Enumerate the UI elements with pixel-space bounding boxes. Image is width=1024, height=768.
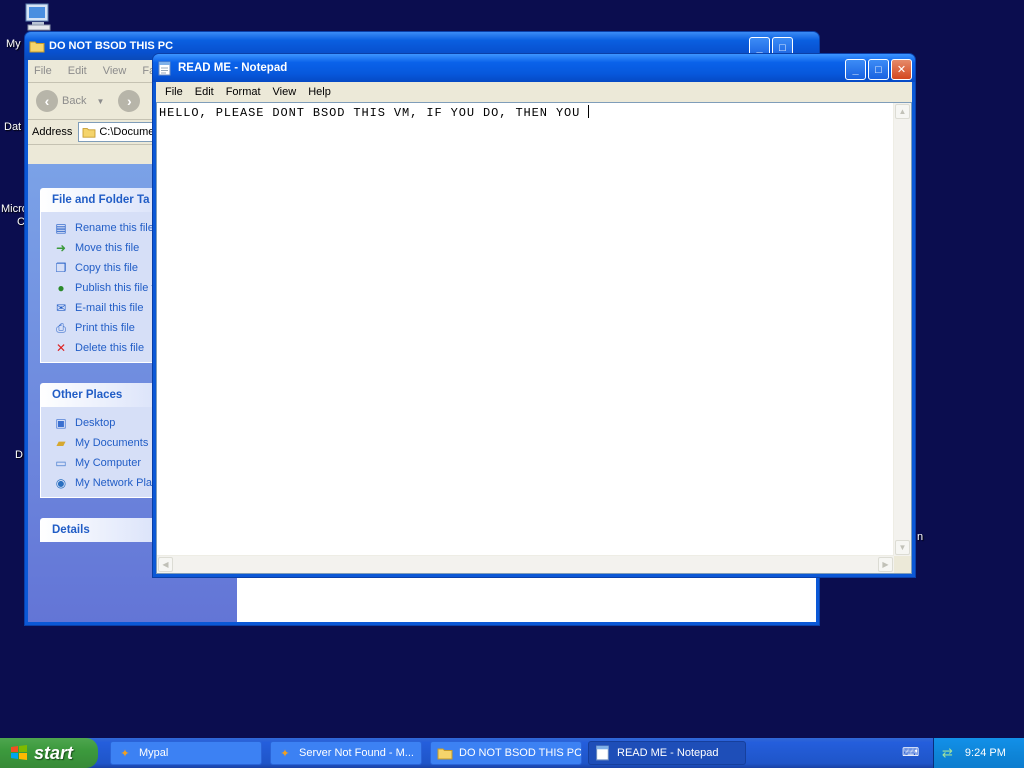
maximize-icon: □ xyxy=(779,41,786,54)
folder-icon xyxy=(82,128,96,138)
desktop-icon: ▣ xyxy=(55,416,67,430)
explorer-title: DO NOT BSOD THIS PC xyxy=(49,40,174,52)
notepad-menu-edit[interactable]: Edit xyxy=(189,86,220,98)
task-label: Rename this file xyxy=(75,222,154,234)
back-button-label[interactable]: Back xyxy=(62,95,86,107)
my-computer-desktop-icon[interactable] xyxy=(22,2,54,32)
minimize-icon: _ xyxy=(852,63,859,76)
notepad-menu-format[interactable]: Format xyxy=(220,86,267,98)
folder-icon: ▰ xyxy=(56,436,66,450)
address-label: Address xyxy=(32,126,73,138)
desktop-icon-label[interactable]: n xyxy=(917,531,923,543)
explorer-menu-edit[interactable]: Edit xyxy=(68,65,87,77)
system-tray: ⇄ 9:24 PM xyxy=(933,738,1024,768)
taskbar-button-notepad[interactable]: READ ME - Notepad xyxy=(588,741,746,765)
taskbar-button-label: Mypal xyxy=(139,747,169,759)
close-icon: ✕ xyxy=(896,64,907,76)
start-label: start xyxy=(34,742,74,763)
folder-icon xyxy=(29,41,45,53)
desktop-icon-label[interactable]: My xyxy=(6,38,21,50)
horizontal-scrollbar[interactable]: ◀ ▶ xyxy=(157,555,894,573)
taskbar-button-mypal[interactable]: ✦ Mypal xyxy=(110,741,262,765)
scroll-right-icon[interactable]: ▶ xyxy=(878,557,893,572)
place-label: Desktop xyxy=(75,417,116,429)
delete-x-icon: ✕ xyxy=(55,341,67,355)
start-button[interactable]: start xyxy=(0,738,98,768)
notepad-titlebar[interactable]: READ ME - Notepad xyxy=(153,54,915,82)
task-label: Copy this file xyxy=(75,262,138,274)
move-icon: ➜ xyxy=(55,241,67,255)
network-icon: ◉ xyxy=(55,476,67,490)
envelope-icon: ✉ xyxy=(55,301,67,315)
printer-icon: ⎙ xyxy=(56,320,66,335)
taskbar-button-explorer[interactable]: DO NOT BSOD THIS PC xyxy=(430,741,582,765)
windows-flag-icon xyxy=(11,745,27,760)
browser-icon: ✦ xyxy=(280,747,290,760)
task-label: Publish this file t xyxy=(75,282,155,294)
notepad-menu-file[interactable]: File xyxy=(159,86,189,98)
place-label: My Computer xyxy=(75,457,142,469)
task-label: Move this file xyxy=(75,242,140,254)
globe-icon: ● xyxy=(57,281,65,295)
maximize-icon: □ xyxy=(875,63,882,76)
place-label: My Documents xyxy=(75,437,149,449)
place-label: My Network Plac xyxy=(75,477,158,489)
size-grip[interactable] xyxy=(894,556,911,573)
keyboard-icon[interactable]: ⌨ xyxy=(902,745,919,761)
notepad-title: READ ME - Notepad xyxy=(178,62,288,74)
notepad-menu-view[interactable]: View xyxy=(267,86,303,98)
scroll-down-icon[interactable]: ▼ xyxy=(895,540,910,555)
notepad-client: File Edit Format View Help HELLO, PLEASE… xyxy=(156,82,912,574)
network-tray-icon[interactable]: ⇄ xyxy=(942,745,953,761)
taskbar-button-label: DO NOT BSOD THIS PC xyxy=(459,747,582,759)
vertical-scrollbar[interactable]: ▲ ▼ xyxy=(893,103,911,556)
scroll-up-icon[interactable]: ▲ xyxy=(895,104,910,119)
rename-icon: ▤ xyxy=(55,221,67,235)
notepad-minimize-button[interactable]: _ xyxy=(845,59,866,80)
notepad-close-button[interactable]: ✕ xyxy=(891,59,912,80)
task-label: Print this file xyxy=(75,322,135,334)
clock[interactable]: 9:24 PM xyxy=(965,747,1006,759)
desktop-icon-label[interactable]: Dat xyxy=(4,121,21,133)
address-value: C:\Docume xyxy=(99,126,155,138)
task-label: E-mail this file xyxy=(75,302,144,314)
notepad-maximize-button[interactable]: □ xyxy=(868,59,889,80)
chevron-down-icon[interactable]: ▼ xyxy=(96,97,104,106)
back-arrow-icon[interactable]: ‹ xyxy=(36,90,58,112)
copy-icon: ❐ xyxy=(55,261,67,275)
notepad-menu-help[interactable]: Help xyxy=(302,86,337,98)
explorer-menu-view[interactable]: View xyxy=(103,65,127,77)
text-caret xyxy=(588,105,590,118)
browser-icon: ✦ xyxy=(120,747,130,760)
desktop-icon-label[interactable]: D xyxy=(15,449,23,461)
task-label: Delete this file xyxy=(75,342,145,354)
explorer-menu-file[interactable]: File xyxy=(34,65,52,77)
taskbar-button-server-not-found[interactable]: ✦ Server Not Found - M... xyxy=(270,741,422,765)
computer-icon: ▭ xyxy=(55,456,67,470)
taskbar-button-label: Server Not Found - M... xyxy=(299,747,414,759)
folder-icon xyxy=(437,748,453,760)
notepad-text-area[interactable]: HELLO, PLEASE DONT BSOD THIS VM, IF YOU … xyxy=(156,102,912,574)
taskbar: start ✦ Mypal ✦ Server Not Found - M... … xyxy=(0,738,1024,768)
taskbar-button-label: READ ME - Notepad xyxy=(617,747,719,759)
notepad-menubar: File Edit Format View Help xyxy=(156,82,912,102)
forward-arrow-icon[interactable]: › xyxy=(118,90,141,112)
notepad-icon xyxy=(158,61,171,75)
notepad-content: HELLO, PLEASE DONT BSOD THIS VM, IF YOU … xyxy=(159,106,589,120)
notepad-window[interactable]: READ ME - Notepad _ □ ✕ File Edit Format… xyxy=(152,53,916,578)
minimize-icon: _ xyxy=(756,41,763,54)
scroll-left-icon[interactable]: ◀ xyxy=(158,557,173,572)
notepad-icon xyxy=(596,745,609,761)
